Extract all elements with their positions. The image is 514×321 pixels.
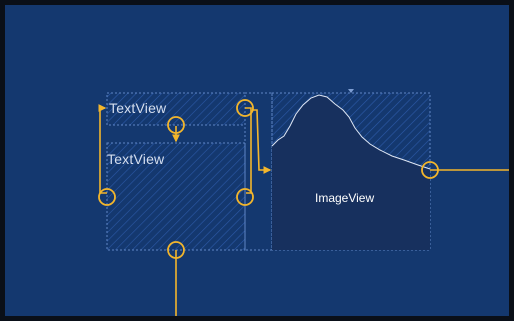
margin-guide [244, 92, 273, 251]
imageview-label: ImageView [315, 191, 375, 205]
blueprint-overlay [98, 89, 509, 316]
textview-bottom-label: TextView [107, 151, 165, 167]
baseline-marker-icon [348, 89, 354, 93]
textview-top-label: TextView [109, 100, 167, 116]
imageview[interactable] [271, 89, 431, 251]
